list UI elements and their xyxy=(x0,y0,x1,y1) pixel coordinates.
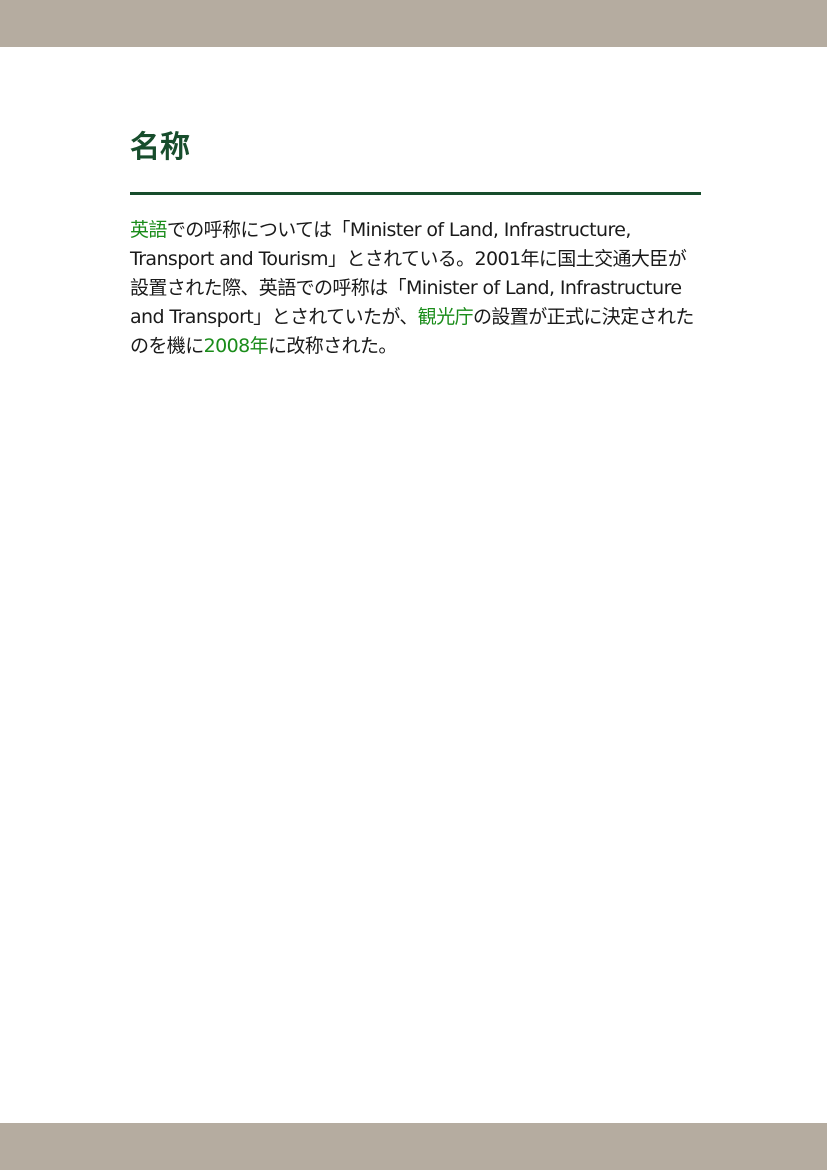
top-bar xyxy=(0,0,827,47)
paragraph-text-3: に改称された。 xyxy=(267,335,397,357)
heading-divider xyxy=(130,192,701,195)
link-kankocho[interactable]: 観光庁 xyxy=(418,306,474,328)
article-section: 名称 英語での呼称については「Minister of Land, Infrast… xyxy=(130,126,701,361)
link-2008[interactable]: 2008年 xyxy=(204,335,269,357)
bottom-bar xyxy=(0,1123,827,1170)
section-paragraph: 英語での呼称については「Minister of Land, Infrastruc… xyxy=(130,216,701,361)
section-heading: 名称 xyxy=(130,130,190,165)
link-english[interactable]: 英語 xyxy=(130,219,167,241)
